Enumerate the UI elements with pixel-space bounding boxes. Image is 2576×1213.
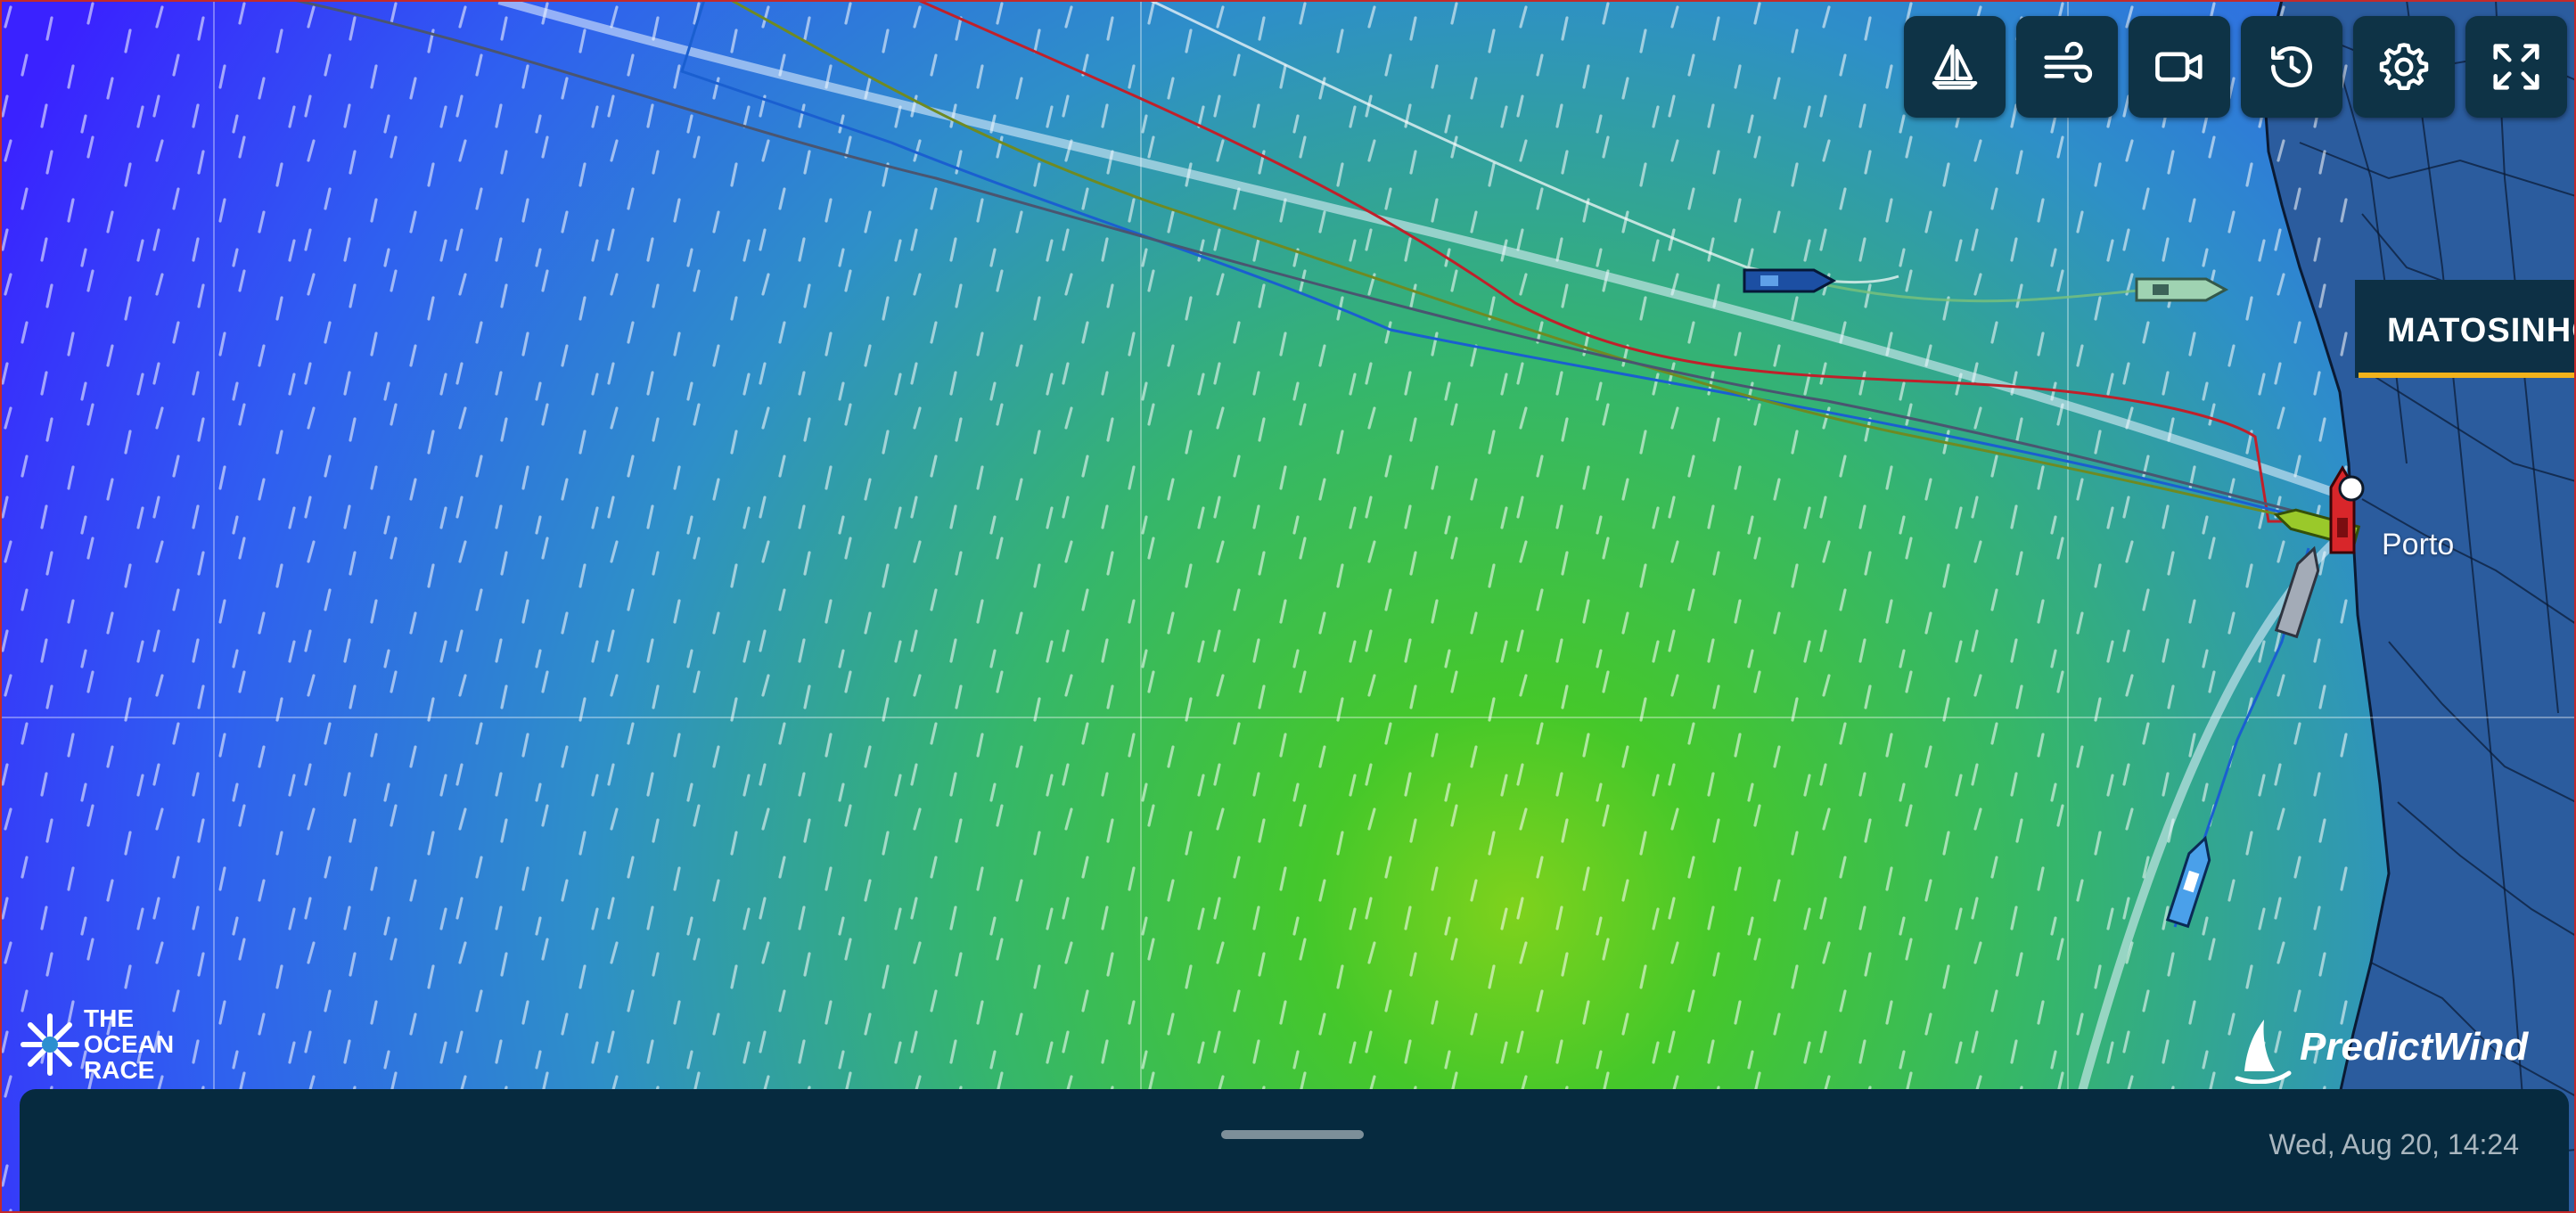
city-name: MATOSINHO <box>2387 312 2576 349</box>
predictwind-logo: PredictWind <box>2234 1016 2572 1084</box>
ocean-race-emblem-icon <box>21 1013 79 1076</box>
selected-boat-indicator[interactable] <box>2338 475 2365 502</box>
panel-drag-handle[interactable] <box>1221 1130 1364 1139</box>
fullscreen-button[interactable] <box>2465 16 2567 118</box>
ocean-race-logo-line-1: THE <box>84 1004 134 1032</box>
rain-overlay <box>0 0 2353 1213</box>
history-icon <box>2271 46 2312 87</box>
wind-button[interactable] <box>2016 16 2118 118</box>
playback-datetime: Wed, Aug 20, 14:24 <box>2268 1128 2519 1160</box>
settings-button[interactable] <box>2353 16 2455 118</box>
place-label-porto: Porto <box>2382 528 2455 561</box>
replay-button[interactable] <box>2241 16 2342 118</box>
ocean-race-logo-line-3: RACE <box>84 1056 155 1084</box>
race-map[interactable] <box>0 0 2576 1213</box>
boat-marker-seafoam[interactable] <box>2135 277 2229 302</box>
boat-marker-navy[interactable] <box>1743 268 1837 293</box>
ocean-race-logo: THE OCEAN RACE <box>20 1004 207 1084</box>
camera-button[interactable] <box>2129 16 2230 118</box>
ocean-race-logo-line-2: OCEAN <box>84 1030 175 1058</box>
predictwind-sail-icon <box>2235 1020 2292 1084</box>
predictwind-wordmark: PredictWind <box>2300 1025 2529 1069</box>
wind-icon <box>2044 41 2093 83</box>
city-accent-bar <box>2359 373 2576 378</box>
playback-panel[interactable]: Wed, Aug 20, 14:24 <box>20 1089 2569 1213</box>
stopover-city-label[interactable]: MATOSINHO <box>2355 280 2576 378</box>
gear-icon <box>2379 43 2429 90</box>
expand-icon <box>2493 44 2539 90</box>
sailboat-icon <box>1932 44 1978 90</box>
fleet-button[interactable] <box>1904 16 2006 118</box>
video-camera-icon <box>2155 52 2203 82</box>
